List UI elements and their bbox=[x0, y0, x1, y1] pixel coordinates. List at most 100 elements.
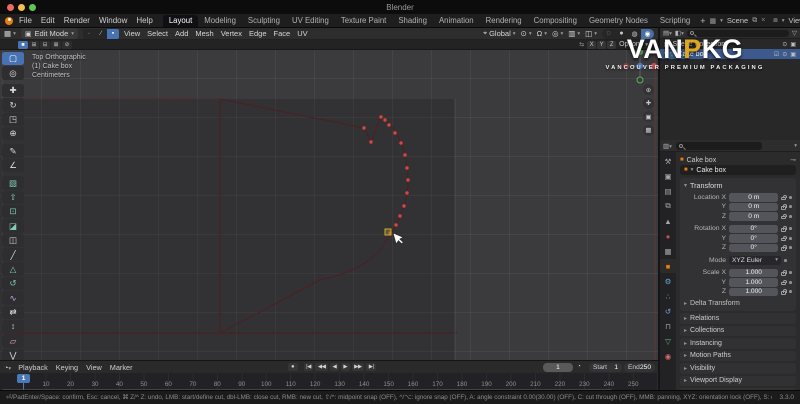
view-layer-selector[interactable]: ViewLayer bbox=[789, 16, 800, 25]
section-motion-paths[interactable]: ▸ Motion Paths bbox=[680, 350, 796, 361]
workspace-tab-geometry-nodes[interactable]: Geometry Nodes bbox=[583, 15, 654, 27]
vertex-select-button[interactable]: ∙ bbox=[83, 29, 95, 39]
y-value-field[interactable]: 0° bbox=[729, 234, 779, 243]
unlink-scene-icon[interactable]: × bbox=[761, 17, 765, 24]
editor-type-button[interactable]: ▦ ▾ bbox=[4, 29, 16, 38]
pan-icon[interactable]: ✚ bbox=[643, 97, 654, 109]
inset-faces-tool-icon[interactable]: ⊡ bbox=[2, 204, 24, 219]
workspace-tab-texture-paint[interactable]: Texture Paint bbox=[335, 15, 393, 27]
zoom-icon[interactable]: ⊕ bbox=[643, 84, 654, 95]
delta-transform-header[interactable]: ▸ Delta Transform bbox=[680, 297, 796, 308]
auto-keying-button[interactable]: ● bbox=[288, 363, 298, 371]
section-collections[interactable]: ▸ Collections bbox=[680, 325, 796, 336]
workspace-tab-scripting[interactable]: Scripting bbox=[654, 15, 696, 27]
tab-view-layer[interactable]: ⧉ bbox=[660, 199, 676, 213]
object-name-field[interactable]: ■ ▾ Cake box bbox=[680, 165, 796, 175]
scene-selector[interactable]: Scene bbox=[727, 16, 748, 25]
workspace-tab-uv-editing[interactable]: UV Editing bbox=[286, 15, 335, 27]
edge-select-button[interactable]: ∕ bbox=[95, 29, 107, 39]
rotation-x-value-field[interactable]: 0° bbox=[729, 224, 779, 233]
mode-dropdown[interactable]: ▣ Edit Mode ▾ bbox=[20, 28, 79, 39]
mode-value-field[interactable]: XYZ Euler ▾ bbox=[729, 256, 781, 265]
snap-toggle[interactable]: Ω ▾ bbox=[537, 29, 547, 38]
checkbox-icon[interactable]: ☑ bbox=[774, 51, 779, 58]
animate-property-icon[interactable] bbox=[789, 246, 792, 250]
timeline-menu-keying[interactable]: Keying bbox=[56, 363, 78, 372]
viewport-menu-view[interactable]: View bbox=[124, 29, 140, 38]
tab-particles[interactable]: ∴ bbox=[660, 289, 676, 303]
workspace-tab-sculpting[interactable]: Sculpting bbox=[242, 15, 286, 27]
shrink-fatten-tool-icon[interactable]: ↕ bbox=[2, 320, 24, 334]
tab-material[interactable]: ◉ bbox=[660, 349, 676, 363]
lock-icon[interactable] bbox=[781, 279, 788, 285]
transform-panel-header[interactable]: ▾ Transform bbox=[680, 180, 796, 192]
tab-tool[interactable]: ⚒ bbox=[660, 154, 676, 168]
cursor-tool-icon[interactable]: ◎ bbox=[2, 66, 24, 80]
transform-tool-icon[interactable]: ⊕ bbox=[2, 126, 24, 141]
current-frame-field[interactable]: 1 bbox=[543, 362, 573, 372]
timeline-editor-type-icon[interactable]: ◔▾ bbox=[4, 363, 11, 372]
mode-extend-button[interactable]: ⊞ bbox=[29, 40, 39, 49]
tab-object-data[interactable]: ▽ bbox=[660, 334, 676, 348]
mode-intersect-button[interactable]: ⊘ bbox=[62, 40, 72, 49]
mode-subtract-button[interactable]: ⊟ bbox=[40, 40, 50, 49]
extrude-region-tool-icon[interactable]: ⇧ bbox=[2, 190, 24, 204]
location-x-value-field[interactable]: 0 m bbox=[729, 193, 779, 202]
measure-tool-icon[interactable]: ∠ bbox=[2, 158, 24, 173]
pivot-dropdown[interactable]: ⊙ ▾ bbox=[521, 29, 532, 38]
lock-icon[interactable] bbox=[781, 270, 788, 276]
rotate-tool-icon[interactable]: ↻ bbox=[2, 98, 24, 112]
timeline-frame-strip[interactable]: 1 10 20 30 40 50 60 70 80 90 100 110 120 130 140 150 16… bbox=[0, 373, 658, 391]
viewport-menu-edge[interactable]: Edge bbox=[249, 29, 267, 38]
viewport-canvas[interactable]: ▢ ◎ ✚ ↻ ◳ ⊕ ✎ ∠ ▧ ⇧ ⊡ ◪ ◫ ╱ △ ↺ ∿ ⇄ ↕ ▱ ⋁ Top Orthographic (… bbox=[0, 50, 658, 360]
lock-icon[interactable] bbox=[781, 226, 788, 232]
menu-help[interactable]: Help bbox=[136, 16, 152, 25]
tab-scene[interactable]: ▲ bbox=[660, 214, 676, 228]
animate-property-icon[interactable] bbox=[789, 236, 792, 240]
next-keyframe-button[interactable]: ▶▶ bbox=[351, 363, 365, 371]
z-value-field[interactable]: 1.000 bbox=[729, 287, 779, 296]
disable-in-render-icon[interactable]: ▣ bbox=[790, 41, 796, 48]
section-viewport-display[interactable]: ▸ Viewport Display bbox=[680, 375, 796, 386]
viewport-menu-vertex[interactable]: Vertex bbox=[221, 29, 242, 38]
orientation-dropdown[interactable]: ⌖ Global ▾ bbox=[483, 29, 515, 38]
lock-icon[interactable] bbox=[781, 245, 788, 251]
prev-keyframe-button[interactable]: ◀◀ bbox=[315, 363, 328, 371]
section-instancing[interactable]: ▸ Instancing bbox=[680, 338, 796, 349]
frame-start-field[interactable]: Start 1 bbox=[589, 362, 622, 372]
tab-constraints[interactable]: ⊓ bbox=[660, 319, 676, 333]
viewport-menu-add[interactable]: Add bbox=[175, 29, 188, 38]
workspace-tab-animation[interactable]: Animation bbox=[433, 15, 480, 27]
animate-property-icon[interactable] bbox=[784, 258, 787, 262]
workspace-tab-compositing[interactable]: Compositing bbox=[528, 15, 583, 27]
outliner-filter-icon[interactable]: ▽ bbox=[792, 29, 797, 37]
animate-property-icon[interactable] bbox=[789, 280, 792, 284]
lock-icon[interactable] bbox=[781, 235, 788, 241]
tab-collection[interactable]: ▦ bbox=[660, 244, 676, 258]
viewport-menu-select[interactable]: Select bbox=[147, 29, 168, 38]
view-layer-chevron-icon[interactable]: ▾ bbox=[782, 18, 785, 24]
workspace-tab-modeling[interactable]: Modeling bbox=[198, 15, 242, 27]
overlays-toggle[interactable]: ◫ ▾ bbox=[585, 29, 597, 38]
animate-property-icon[interactable] bbox=[789, 205, 792, 209]
tab-modifiers[interactable]: ⚙ bbox=[660, 274, 676, 288]
mode-invert-button[interactable]: ⊠ bbox=[51, 40, 61, 49]
mirror-x-toggle[interactable]: X bbox=[587, 40, 597, 49]
viewport-menu-mesh[interactable]: Mesh bbox=[195, 29, 213, 38]
properties-editor-type-icon[interactable]: ▥▾ bbox=[663, 142, 672, 150]
pin-icon[interactable]: ⊸ bbox=[790, 156, 796, 164]
workspace-tab-rendering[interactable]: Rendering bbox=[480, 15, 528, 27]
menu-edit[interactable]: Edit bbox=[41, 16, 55, 25]
lock-icon[interactable] bbox=[781, 204, 788, 210]
tab-output[interactable]: ▤ bbox=[660, 184, 676, 198]
gizmos-toggle[interactable]: ▥ ▾ bbox=[568, 29, 580, 38]
rip-region-tool-icon[interactable]: ⋁ bbox=[2, 348, 24, 360]
play-reverse-button[interactable]: ◀ bbox=[330, 363, 339, 371]
z-value-field[interactable]: 0° bbox=[729, 243, 779, 252]
proportional-editing-toggle[interactable]: ◎ ▾ bbox=[552, 29, 563, 38]
properties-search-input[interactable] bbox=[675, 141, 762, 150]
animate-property-icon[interactable] bbox=[789, 271, 792, 275]
playhead[interactable]: 1 bbox=[17, 374, 30, 383]
animate-property-icon[interactable] bbox=[789, 195, 792, 199]
workspace-tab-shading[interactable]: Shading bbox=[392, 15, 433, 27]
